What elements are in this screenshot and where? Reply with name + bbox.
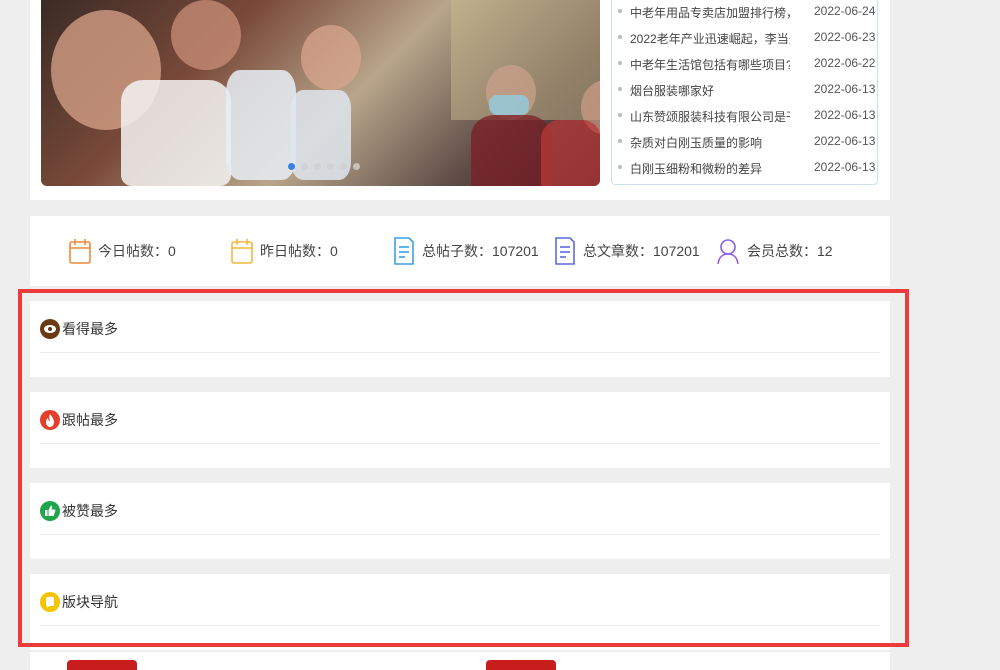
bullet-icon bbox=[618, 113, 622, 117]
stat-total-articles: 总文章数：107201 bbox=[553, 236, 700, 266]
carousel-dot[interactable] bbox=[288, 163, 295, 170]
news-item[interactable]: 烟台服装哪家好 2022-06-13 bbox=[612, 78, 879, 104]
section-title: 看得最多 bbox=[62, 321, 118, 337]
news-date: 2022-06-23 bbox=[814, 30, 876, 44]
news-date: 2022-06-24 bbox=[814, 4, 876, 18]
stat-label: 会员总数：12 bbox=[747, 243, 833, 259]
section-title: 跟帖最多 bbox=[62, 412, 118, 428]
news-date: 2022-06-13 bbox=[814, 160, 876, 174]
carousel-dot[interactable] bbox=[340, 163, 347, 170]
section-most-liked: 被赞最多 bbox=[30, 483, 890, 559]
carousel-dot[interactable] bbox=[314, 163, 321, 170]
news-title[interactable]: 山东赞颂服装科技有限公司是干… bbox=[630, 108, 790, 125]
section-header[interactable]: 版块导航 bbox=[40, 590, 118, 614]
news-item[interactable]: 中老年用品专卖店加盟排行榜，… 2022-06-24 bbox=[612, 0, 879, 26]
banner-carousel-image[interactable] bbox=[41, 0, 600, 186]
news-title[interactable]: 中老年生活馆包括有哪些项目?创… bbox=[630, 56, 790, 73]
section-header[interactable]: 被赞最多 bbox=[40, 499, 118, 523]
thumbs-up-icon bbox=[40, 501, 60, 521]
news-item[interactable]: 山东赞颂服装科技有限公司是干… 2022-06-13 bbox=[612, 104, 879, 130]
stat-label: 今日帖数：0 bbox=[98, 243, 176, 259]
divider bbox=[40, 352, 880, 353]
bookmark-icon bbox=[40, 592, 60, 612]
calendar-icon bbox=[69, 239, 91, 264]
bullet-icon bbox=[618, 35, 622, 39]
fire-icon bbox=[40, 410, 60, 430]
carousel-dots bbox=[288, 163, 360, 170]
news-item[interactable]: 白刚玉细粉和微粉的差异 2022-06-13 bbox=[612, 156, 879, 182]
document-icon bbox=[555, 237, 575, 265]
stats-bar: 今日帖数：0 昨日帖数：0 总帖子数：107201 总文章数：107201 会员… bbox=[30, 216, 890, 286]
stat-total-posts: 总帖子数：107201 bbox=[392, 236, 539, 266]
bullet-icon bbox=[618, 165, 622, 169]
carousel-dot[interactable] bbox=[327, 163, 334, 170]
eye-icon bbox=[40, 319, 60, 339]
news-date: 2022-06-13 bbox=[814, 108, 876, 122]
bullet-icon bbox=[618, 9, 622, 13]
user-icon bbox=[717, 239, 739, 265]
bullet-icon bbox=[618, 139, 622, 143]
divider bbox=[40, 534, 880, 535]
section-most-viewed: 看得最多 bbox=[30, 301, 890, 377]
section-header[interactable]: 跟帖最多 bbox=[40, 408, 118, 432]
divider bbox=[40, 443, 880, 444]
stat-label: 昨日帖数：0 bbox=[260, 243, 338, 259]
news-list: 中老年用品专卖店加盟排行榜，… 2022-06-24 2022老年产业迅速崛起，… bbox=[611, 0, 878, 185]
news-item[interactable]: 杂质对白刚玉质量的影响 2022-06-13 bbox=[612, 130, 879, 156]
stat-total-members: 会员总数：12 bbox=[715, 236, 833, 266]
stat-label: 总文章数：107201 bbox=[583, 243, 700, 259]
stat-yesterday-posts: 昨日帖数：0 bbox=[230, 236, 338, 266]
section-header[interactable]: 看得最多 bbox=[40, 317, 118, 341]
stat-label: 总帖子数：107201 bbox=[422, 243, 539, 259]
news-title[interactable]: 2022老年产业迅速崛起，李当先… bbox=[630, 30, 790, 47]
divider bbox=[40, 625, 880, 626]
section-board-nav: 版块导航 bbox=[30, 574, 890, 650]
news-date: 2022-06-13 bbox=[814, 134, 876, 148]
stat-today-posts: 今日帖数：0 bbox=[68, 236, 176, 266]
section-title: 被赞最多 bbox=[62, 503, 118, 519]
news-item[interactable]: 中老年生活馆包括有哪些项目?创… 2022-06-22 bbox=[612, 52, 879, 78]
news-title[interactable]: 杂质对白刚玉质量的影响 bbox=[630, 134, 790, 151]
section-most-replied: 跟帖最多 bbox=[30, 392, 890, 468]
calendar-icon bbox=[231, 239, 253, 264]
red-tab-button[interactable] bbox=[67, 660, 137, 670]
news-date: 2022-06-13 bbox=[814, 82, 876, 96]
red-tab-button[interactable] bbox=[486, 660, 556, 670]
section-title: 版块导航 bbox=[62, 594, 118, 610]
carousel-dot[interactable] bbox=[301, 163, 308, 170]
bullet-icon bbox=[618, 61, 622, 65]
bottom-card bbox=[30, 652, 890, 670]
document-icon bbox=[394, 237, 414, 265]
news-date: 2022-06-22 bbox=[814, 56, 876, 70]
news-title[interactable]: 白刚玉细粉和微粉的差异 bbox=[630, 160, 790, 177]
news-title[interactable]: 中老年用品专卖店加盟排行榜，… bbox=[630, 4, 790, 21]
bullet-icon bbox=[618, 87, 622, 91]
news-title[interactable]: 烟台服装哪家好 bbox=[630, 82, 790, 99]
news-item[interactable]: 2022老年产业迅速崛起，李当先… 2022-06-23 bbox=[612, 26, 879, 52]
carousel-dot[interactable] bbox=[353, 163, 360, 170]
